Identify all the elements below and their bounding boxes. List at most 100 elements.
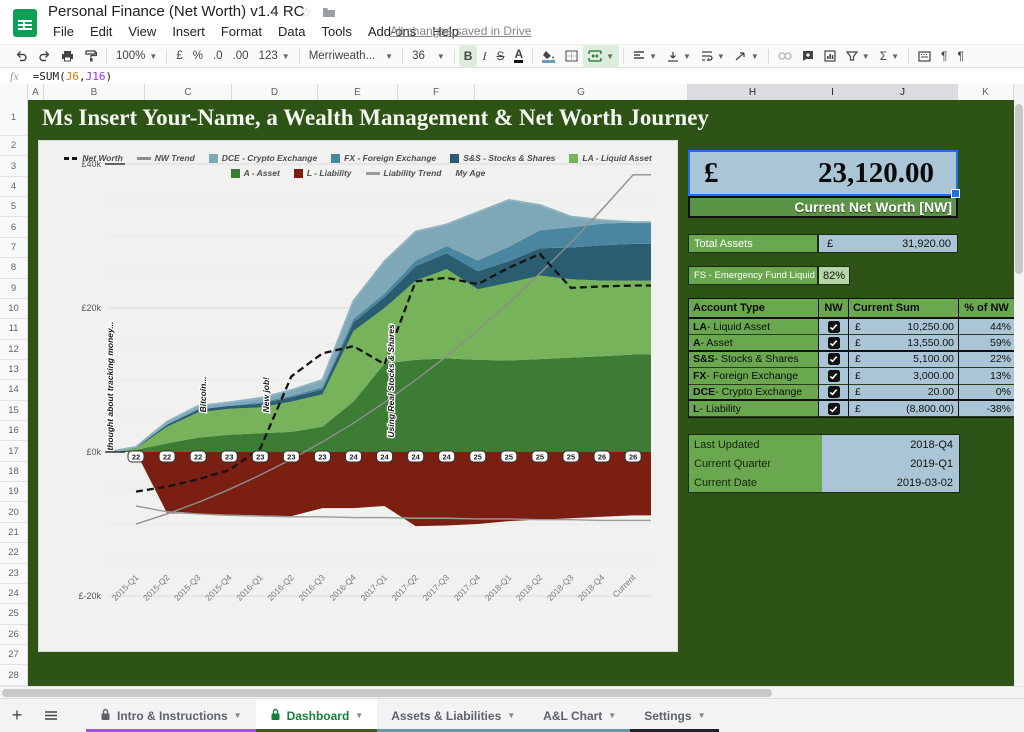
row-header-13[interactable]: 13 [0,360,27,380]
formula-text[interactable]: =SUM(J6,J16) [33,70,113,83]
nw-checkbox[interactable] [828,370,840,382]
star-icon[interactable]: ☆ [300,4,313,21]
print-button[interactable] [56,45,79,67]
borders-button[interactable] [560,45,583,67]
account-row-l[interactable]: L - Liability£(8,800.00)-38% [689,401,1015,417]
tab-a-l-chart[interactable]: A&L Chart▼ [529,699,630,732]
row-header-16[interactable]: 16 [0,421,27,441]
insert-chart-button[interactable] [819,45,841,67]
horizontal-scrollbar-thumb[interactable] [2,689,772,697]
row-header-24[interactable]: 24 [0,584,27,604]
row-header-2[interactable]: 2 [0,136,27,156]
row-header-6[interactable]: 6 [0,217,27,237]
tab-menu-caret[interactable]: ▼ [355,711,363,720]
selection-fill-handle[interactable] [951,189,960,198]
net-worth-cell[interactable]: £ 23,120.00 [688,150,958,196]
merge-cells-button[interactable]: ▼ [583,45,619,67]
menu-edit[interactable]: Edit [83,22,119,41]
row-header-3[interactable]: 3 [0,156,27,176]
column-header-I[interactable]: I [818,84,848,100]
column-header-E[interactable]: E [318,84,398,100]
redo-button[interactable] [33,45,56,67]
select-all-corner[interactable] [0,84,28,100]
tab-dashboard[interactable]: Dashboard▼ [256,699,378,732]
nw-checkbox[interactable] [828,337,840,349]
column-header-K[interactable]: K [958,84,1014,100]
row-header-5[interactable]: 5 [0,197,27,217]
tab-intro-instructions[interactable]: Intro & Instructions▼ [86,699,256,732]
menu-insert[interactable]: Insert [165,22,212,41]
row-header-4[interactable]: 4 [0,177,27,197]
row-header-14[interactable]: 14 [0,380,27,400]
undo-button[interactable] [10,45,33,67]
row-header-15[interactable]: 15 [0,401,27,421]
total-assets-row[interactable]: Total Assets £ 31,920.00 [688,234,958,253]
all-sheets-button[interactable] [34,699,68,732]
row-header-28[interactable]: 28 [0,665,27,685]
vertical-align-button[interactable]: ▼ [662,45,696,67]
nw-checkbox[interactable] [828,403,840,415]
rtl-paragraph-button[interactable]: ¶ [952,45,968,67]
insert-link-button[interactable] [773,45,797,67]
nw-checkbox[interactable] [828,386,840,398]
nw-checkbox[interactable] [828,353,840,365]
tab-menu-caret[interactable]: ▼ [507,711,515,720]
tab-settings[interactable]: Settings▼ [630,699,719,732]
account-row-la[interactable]: LA - Liquid Asset£10,250.0044% [689,319,1015,335]
horizontal-align-button[interactable]: ▼ [628,45,662,67]
vertical-scrollbar[interactable] [1014,84,1024,686]
row-header-9[interactable]: 9 [0,279,27,299]
move-folder-icon[interactable] [322,6,336,18]
format-percent-button[interactable]: % [188,45,208,67]
fill-color-button[interactable] [537,45,560,67]
row-header-20[interactable]: 20 [0,502,27,522]
row-header-11[interactable]: 11 [0,319,27,339]
decrease-decimals-button[interactable]: .0 [208,45,228,67]
row-header-22[interactable]: 22 [0,543,27,563]
menu-tools[interactable]: Tools [314,22,358,41]
tab-assets-liabilities[interactable]: Assets & Liabilities▼ [377,699,529,732]
filter-button[interactable]: ▼ [841,45,875,67]
text-color-button[interactable]: A [514,49,523,63]
input-tools-button[interactable] [913,45,936,67]
column-header-F[interactable]: F [398,84,475,100]
text-wrap-button[interactable]: ▼ [696,45,730,67]
font-size-select[interactable]: 36▼ [407,45,450,67]
account-row-ss[interactable]: S&S - Stocks & Shares£5,100.0022% [689,352,1015,368]
insert-comment-button[interactable] [797,45,819,67]
nw-checkbox[interactable] [828,321,840,333]
menu-format[interactable]: Format [214,22,269,41]
row-header-18[interactable]: 18 [0,462,27,482]
dates-block[interactable]: Last Updated2018-Q4Current Quarter2019-Q… [688,434,960,493]
row-header-21[interactable]: 21 [0,523,27,543]
menu-data[interactable]: Data [271,22,312,41]
tab-menu-caret[interactable]: ▼ [608,711,616,720]
row-header-8[interactable]: 8 [0,258,27,278]
column-header-J[interactable]: J [848,84,958,100]
format-currency-button[interactable]: £ [171,45,187,67]
column-header-H[interactable]: H [688,84,818,100]
column-header-G[interactable]: G [475,84,688,100]
row-header-23[interactable]: 23 [0,564,27,584]
saved-status[interactable]: All changes saved in Drive [390,24,531,38]
net-worth-chart[interactable]: 2222222323232324242424252525252626though… [38,140,678,652]
account-row-fx[interactable]: FX - Foreign Exchange£3,000.0013% [689,368,1015,384]
menu-view[interactable]: View [121,22,163,41]
account-row-a[interactable]: A - Asset£13,550.0059% [689,335,1015,351]
sheet-canvas[interactable]: Ms Insert Your-Name, a Wealth Management… [28,100,1014,686]
row-header-1[interactable]: 1 [0,100,27,136]
row-header-26[interactable]: 26 [0,625,27,645]
row-header-7[interactable]: 7 [0,238,27,258]
formula-bar[interactable]: fx =SUM(J6,J16) [0,68,1024,85]
emergency-fund-row[interactable]: FS - Emergency Fund Liquid 82% [688,266,850,285]
column-header-A[interactable]: A [28,84,44,100]
bold-button[interactable]: B [459,45,478,67]
menu-file[interactable]: File [46,22,81,41]
text-rotation-button[interactable]: ▼ [730,45,764,67]
tab-menu-caret[interactable]: ▼ [698,711,706,720]
column-header-C[interactable]: C [145,84,232,100]
strikethrough-button[interactable]: S [491,45,509,67]
row-header-17[interactable]: 17 [0,441,27,461]
account-type-table[interactable]: Account TypeNWCurrent Sum% of NWLA - Liq… [688,298,1016,418]
current-net-worth-widget[interactable]: £ 23,120.00 Current Net Worth [NW] [688,150,958,218]
